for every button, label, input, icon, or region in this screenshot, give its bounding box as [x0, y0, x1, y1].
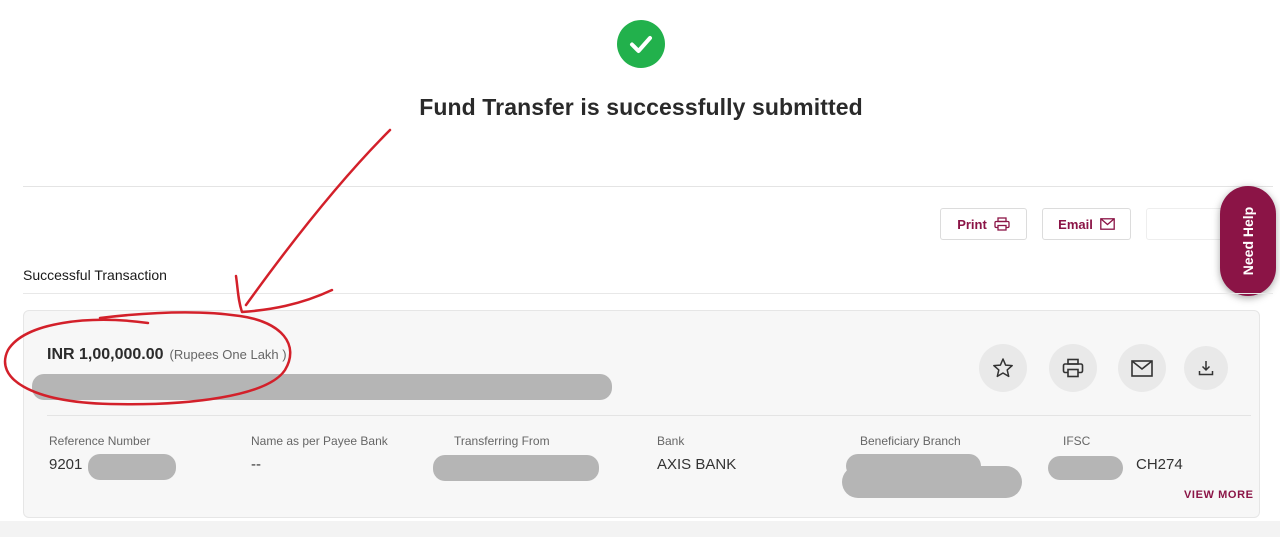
card-download-button[interactable]: [1184, 346, 1228, 390]
field-label: Name as per Payee Bank: [251, 434, 388, 448]
transaction-card: INR 1,00,000.00 (Rupees One Lakh ) Refer…: [23, 310, 1260, 518]
favourite-button[interactable]: [979, 344, 1027, 392]
view-more-link[interactable]: VIEW MORE: [1184, 489, 1254, 501]
divider: [23, 293, 1273, 294]
star-icon: [993, 358, 1013, 378]
redacted-transferring-from: [433, 455, 599, 481]
amount-in-words: (Rupees One Lakh ): [169, 347, 287, 362]
redacted-account: [32, 374, 612, 400]
printer-icon: [994, 217, 1010, 231]
card-email-button[interactable]: [1118, 344, 1166, 392]
need-help-tab[interactable]: Need Help: [1220, 186, 1276, 296]
card-divider: [47, 415, 1251, 416]
download-button[interactable]: [1146, 208, 1226, 240]
printer-icon: [1062, 358, 1084, 378]
email-button[interactable]: Email: [1042, 208, 1131, 240]
redacted-reference: [88, 454, 176, 480]
card-print-button[interactable]: [1049, 344, 1097, 392]
field-label: IFSC: [1063, 434, 1091, 448]
redacted-ifsc: [1048, 456, 1123, 480]
mail-icon: [1099, 218, 1115, 230]
success-title: Fund Transfer is successfully submitted: [419, 94, 863, 120]
field-label: Bank: [657, 434, 685, 448]
print-button[interactable]: Print: [940, 208, 1027, 240]
redacted-branch: [842, 466, 1022, 498]
mail-icon: [1131, 359, 1153, 377]
print-button-label: Print: [957, 216, 987, 232]
field-label: Beneficiary Branch: [860, 434, 961, 448]
email-button-label: Email: [1058, 216, 1093, 232]
divider: [23, 186, 1273, 187]
page-footer-strip: [0, 521, 1280, 537]
field-transferring-from: Transferring From: [454, 434, 550, 456]
field-value: AXIS BANK: [657, 456, 737, 473]
amount-line: INR 1,00,000.00 (Rupees One Lakh ): [47, 346, 287, 364]
field-beneficiary-branch: Beneficiary Branch: [860, 434, 961, 456]
field-payee-name: Name as per Payee Bank --: [251, 434, 388, 473]
transaction-amount: INR 1,00,000.00: [47, 346, 164, 363]
field-value: --: [251, 456, 261, 473]
field-bank: Bank AXIS BANK: [657, 434, 736, 473]
section-label: Successful Transaction: [23, 267, 167, 283]
check-circle-icon: [617, 20, 665, 68]
field-label: Transferring From: [454, 434, 550, 448]
download-icon: [1198, 361, 1214, 376]
need-help-label: Need Help: [1240, 206, 1256, 276]
field-label: Reference Number: [49, 434, 151, 448]
